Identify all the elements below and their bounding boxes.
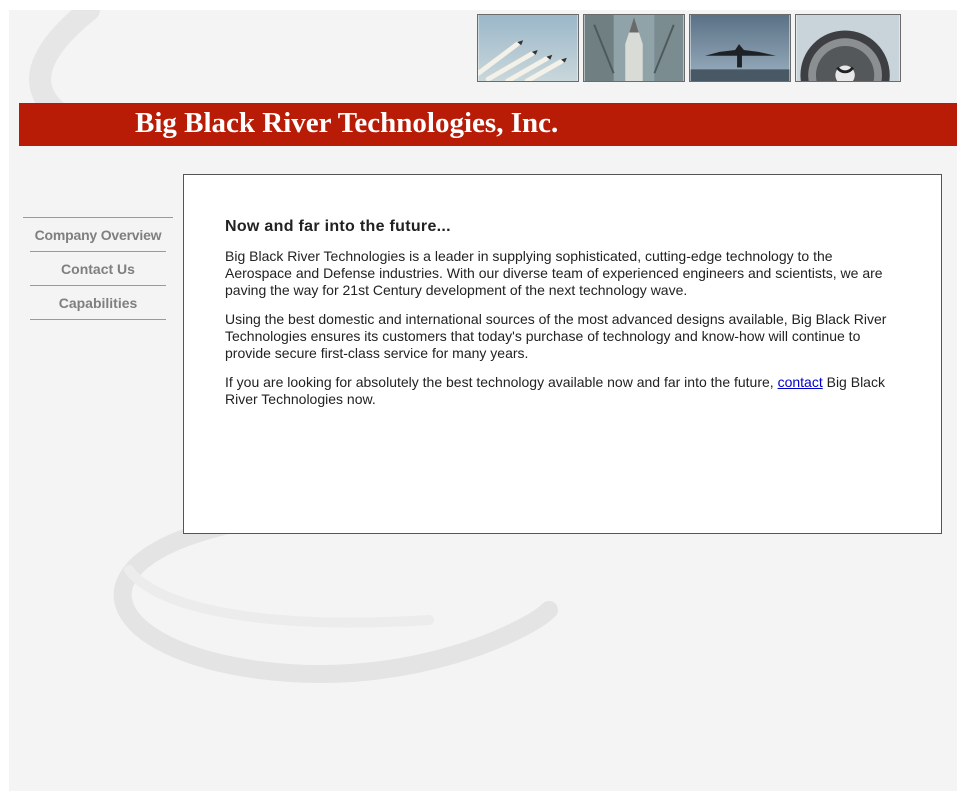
nav-link-company-overview[interactable]: Company Overview xyxy=(23,217,173,251)
nav-link-contact-us[interactable]: Contact Us xyxy=(30,251,166,285)
jet-engine-photo xyxy=(795,14,901,82)
intro-paragraph: Big Black River Technologies is a leader… xyxy=(225,248,883,298)
page: Big Black River Technologies, Inc. Compa… xyxy=(9,10,957,791)
side-navigation: Company Overview Contact Us Capabilities xyxy=(23,217,173,320)
rocket-launch-photo xyxy=(583,14,685,82)
content-heading: Now and far into the future... xyxy=(225,218,451,235)
nav-link-capabilities[interactable]: Capabilities xyxy=(30,285,166,320)
sources-paragraph: Using the best domestic and internationa… xyxy=(225,311,887,361)
aircraft-photo xyxy=(689,14,791,82)
main-content-panel: Now and far into the future... Big Black… xyxy=(183,174,942,534)
formation-jets-photo xyxy=(477,14,579,82)
contact-paragraph: If you are looking for absolutely the be… xyxy=(225,374,895,408)
contact-paragraph-prefix: If you are looking for absolutely the be… xyxy=(225,374,778,390)
title-banner: Big Black River Technologies, Inc. xyxy=(19,103,957,146)
site-title: Big Black River Technologies, Inc. xyxy=(135,107,559,139)
contact-link[interactable]: contact xyxy=(778,374,823,390)
